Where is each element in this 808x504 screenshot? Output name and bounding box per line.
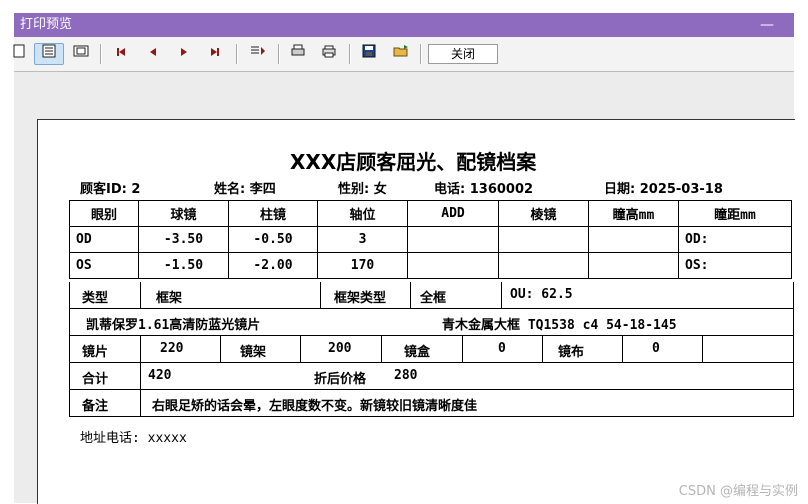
print-icon[interactable]: [318, 44, 340, 64]
table-cell: [407, 252, 499, 279]
case-price-label: 镜盒: [404, 345, 431, 360]
document-title: XXX店顾客屈光、配镜档案: [290, 150, 537, 174]
header-cell: 瞳高mm: [588, 200, 679, 227]
case-price: 0: [498, 341, 506, 356]
close-button[interactable]: 关闭: [428, 44, 498, 64]
frame-price-label: 镜架: [240, 345, 267, 360]
customer-gender: 性别: 女: [338, 182, 387, 197]
discount-value: 280: [394, 368, 418, 383]
multi-page-icon[interactable]: [34, 43, 64, 65]
ou-value: OU: 62.5: [510, 287, 573, 302]
type-row: 类型 框架 框架类型 全框 OU: 62.5: [69, 282, 794, 309]
title-bar: 打印预览 —: [14, 13, 794, 37]
table-row: OD -3.50 -0.50 3 OD:: [69, 226, 792, 253]
header-cell: 棱镜: [498, 200, 589, 227]
table-cell: -0.50: [228, 226, 318, 253]
customer-name: 姓名: 李四: [214, 182, 276, 197]
type-value: 框架: [156, 291, 183, 306]
table-cell: OD:: [678, 226, 792, 253]
note-value: 右眼足矫的话会晕，左眼度数不变。新镜较旧镜清晰度佳: [152, 399, 478, 414]
header-cell: 球镜: [138, 200, 229, 227]
note-label: 备注: [82, 399, 109, 414]
record-date: 日期: 2025-03-18: [604, 182, 723, 197]
cloth-price-label: 镜布: [558, 345, 585, 360]
table-cell: OS:: [678, 252, 792, 279]
table-cell: -2.00: [228, 252, 318, 279]
first-page-icon[interactable]: [110, 44, 132, 64]
header-cell: 眼别: [69, 200, 139, 227]
table-cell: [498, 226, 589, 253]
header-cell: ADD: [407, 200, 499, 227]
fit-icon[interactable]: [70, 44, 92, 64]
note-row: 备注 右眼足矫的话会晕，左眼度数不变。新镜较旧镜清晰度佳: [69, 390, 794, 417]
table-cell: [588, 226, 679, 253]
prev-page-icon[interactable]: [142, 44, 164, 64]
price-row: 镜片 220 镜架 200 镜盒 0 镜布 0: [69, 336, 794, 363]
save-icon[interactable]: [358, 44, 380, 64]
minimize-button[interactable]: —: [760, 13, 774, 37]
frame-type-label: 框架类型: [334, 291, 387, 306]
table-cell: -1.50: [138, 252, 229, 279]
toolbar: 关闭: [13, 37, 794, 72]
print-page: XXX店顾客屈光、配镜档案 顾客ID: 2 姓名: 李四 性别: 女 电话: 1…: [37, 119, 795, 504]
lens-description: 凯蒂保罗1.61高清防蓝光镜片: [86, 318, 261, 333]
cloth-price: 0: [652, 341, 660, 356]
page-range-icon[interactable]: [247, 44, 269, 64]
next-page-icon[interactable]: [173, 44, 195, 64]
header-cell: 轴位: [317, 200, 408, 227]
table-cell: -3.50: [138, 226, 229, 253]
total-label: 合计: [82, 372, 109, 387]
customer-phone: 电话: 1360002: [434, 182, 534, 197]
watermark: CSDN @编程与实例: [678, 484, 798, 499]
open-icon[interactable]: [390, 44, 412, 64]
table-cell: OD: [69, 226, 139, 253]
lens-price: 220: [160, 341, 184, 356]
table-cell: OS: [69, 252, 139, 279]
table-cell: 3: [317, 226, 408, 253]
table-row: OS -1.50 -2.00 170 OS:: [69, 252, 792, 279]
frame-type-value: 全框: [420, 291, 447, 306]
table-cell: [588, 252, 679, 279]
window-title: 打印预览: [20, 17, 73, 32]
customer-id: 顾客ID: 2: [80, 182, 141, 197]
lens-price-label: 镜片: [82, 345, 109, 360]
last-page-icon[interactable]: [204, 44, 226, 64]
type-label: 类型: [82, 291, 109, 306]
print-setup-icon[interactable]: [287, 44, 309, 64]
page-icon[interactable]: [8, 44, 30, 64]
table-header-row: 眼别 球镜 柱镜 轴位 ADD 棱镜 瞳高mm 瞳距mm: [69, 200, 792, 227]
table-cell: [407, 226, 499, 253]
header-cell: 瞳距mm: [678, 200, 792, 227]
prescription-table: 眼别 球镜 柱镜 轴位 ADD 棱镜 瞳高mm 瞳距mm OD -3.50 -0…: [69, 200, 792, 279]
frame-description: 青木金属大框 TQ1538 c4 54-18-145: [442, 318, 677, 333]
discount-label: 折后价格: [314, 372, 367, 387]
total-row: 合计 420 折后价格 280: [69, 363, 794, 390]
table-cell: 170: [317, 252, 408, 279]
print-preview-window: 打印预览 — 关闭 XXX店顾客屈光、配镜档案 顾客ID: 2 姓名: 李四 性…: [13, 13, 795, 504]
total-value: 420: [148, 368, 172, 383]
table-cell: [498, 252, 589, 279]
lens-row: 凯蒂保罗1.61高清防蓝光镜片 青木金属大框 TQ1538 c4 54-18-1…: [69, 309, 794, 336]
address-phone: 地址电话: xxxxx: [80, 431, 187, 446]
header-cell: 柱镜: [228, 200, 318, 227]
frame-price: 200: [328, 341, 352, 356]
